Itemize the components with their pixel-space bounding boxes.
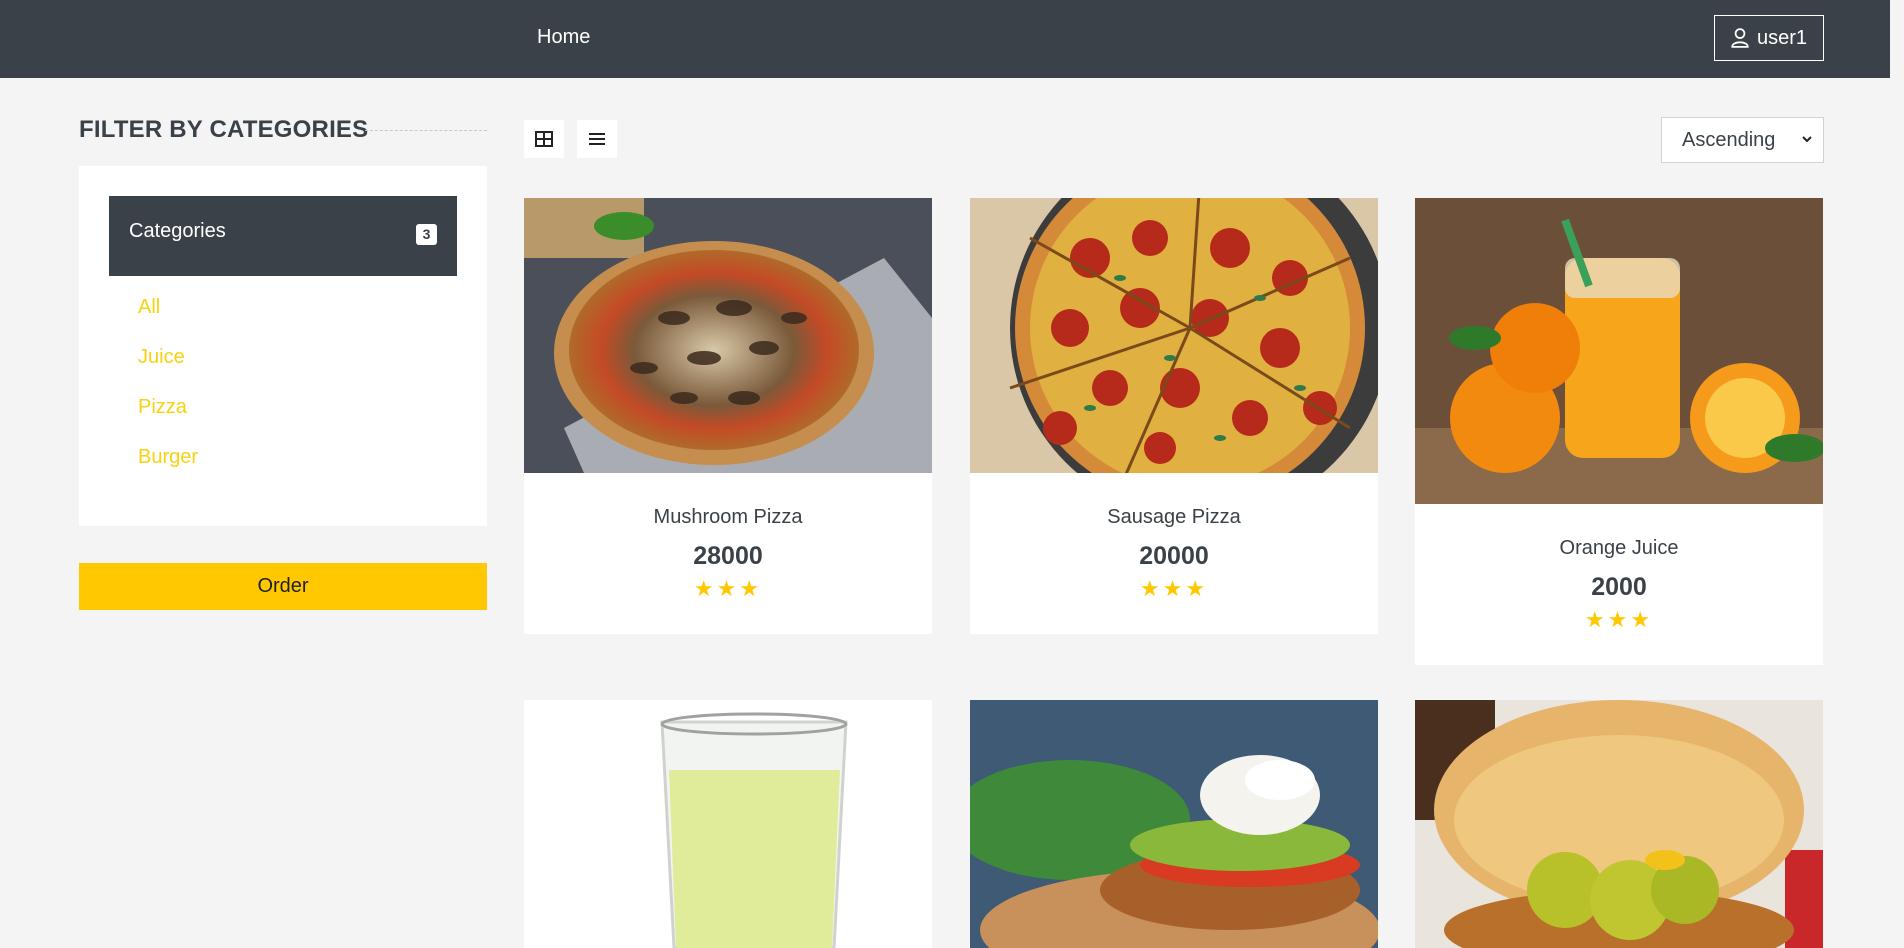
title-divider [365, 130, 487, 131]
product-image [524, 700, 932, 948]
category-item-juice[interactable]: Juice [138, 342, 198, 392]
user-icon [1731, 28, 1749, 48]
product-price: 20000 [1139, 542, 1209, 570]
product-name: Orange Juice [1559, 537, 1679, 559]
categories-header[interactable]: Categories 3 [109, 196, 457, 276]
product-image [970, 198, 1378, 473]
product-card-sausage-pizza[interactable]: Sausage Pizza 20000 ★★★ [970, 198, 1378, 634]
star-rating: ★★★ [1584, 607, 1654, 632]
grid-icon [535, 131, 553, 147]
category-item-pizza[interactable]: Pizza [138, 392, 198, 442]
product-name: Sausage Pizza [1107, 506, 1241, 528]
product-image [524, 198, 932, 473]
product-price: 28000 [693, 542, 763, 570]
filter-title: FILTER BY CATEGORIES [79, 116, 369, 143]
categories-header-label: Categories [129, 220, 226, 242]
chevron-down-icon [1802, 136, 1812, 143]
product-image [1415, 198, 1823, 504]
user-name: user1 [1756, 26, 1808, 49]
product-image [1415, 700, 1823, 948]
product-price: 2000 [1591, 573, 1647, 601]
product-image [970, 700, 1378, 948]
product-card[interactable] [1415, 700, 1823, 948]
product-card[interactable] [970, 700, 1378, 948]
categories-count-badge: 3 [416, 224, 437, 245]
category-list: All Juice Pizza Burger [138, 292, 198, 492]
product-card-orange-juice[interactable]: Orange Juice 2000 ★★★ [1415, 198, 1823, 665]
product-card[interactable] [524, 700, 932, 948]
scrollbar[interactable] [1890, 0, 1904, 948]
product-name: Mushroom Pizza [653, 506, 803, 528]
product-card-mushroom-pizza[interactable]: Mushroom Pizza 28000 ★★★ [524, 198, 932, 634]
sort-order-value: Ascending [1682, 128, 1776, 151]
list-icon [589, 133, 605, 145]
category-item-burger[interactable]: Burger [138, 442, 198, 492]
grid-view-button[interactable] [524, 120, 564, 158]
category-item-all[interactable]: All [138, 292, 198, 342]
nav-home-link[interactable]: Home [537, 26, 590, 49]
categories-panel: Categories 3 All Juice Pizza Burger [79, 166, 487, 526]
sort-order-select[interactable]: Ascending [1661, 117, 1824, 163]
list-view-button[interactable] [577, 120, 617, 158]
star-rating: ★★★ [1139, 576, 1209, 601]
star-rating: ★★★ [693, 576, 763, 601]
order-button[interactable]: Order [79, 563, 487, 610]
user-account-button[interactable]: user1 [1714, 15, 1824, 61]
top-navbar: Home user1 [0, 0, 1904, 78]
